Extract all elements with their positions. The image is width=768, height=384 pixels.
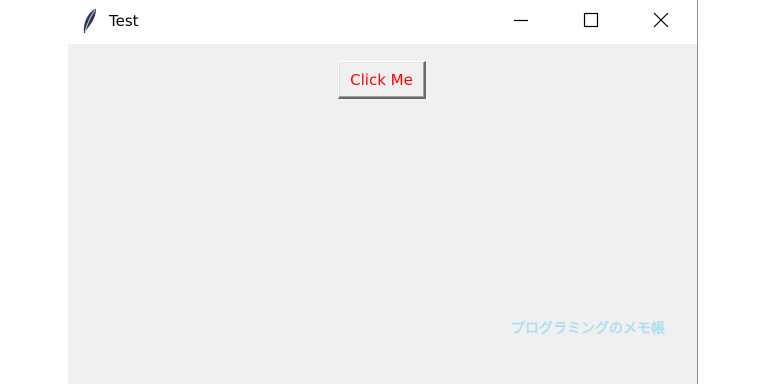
title-bar[interactable]: Test — [68, 0, 697, 44]
window-title: Test — [109, 12, 139, 30]
click-me-button[interactable]: Click Me — [338, 61, 426, 99]
minimize-button[interactable] — [486, 0, 556, 44]
close-icon — [653, 12, 669, 32]
watermark-text: プログラミングのメモ帳 — [511, 321, 665, 337]
minimize-icon — [513, 12, 529, 32]
feather-icon — [80, 8, 98, 34]
maximize-icon — [583, 12, 599, 32]
close-button[interactable] — [626, 0, 696, 44]
maximize-button[interactable] — [556, 0, 626, 44]
